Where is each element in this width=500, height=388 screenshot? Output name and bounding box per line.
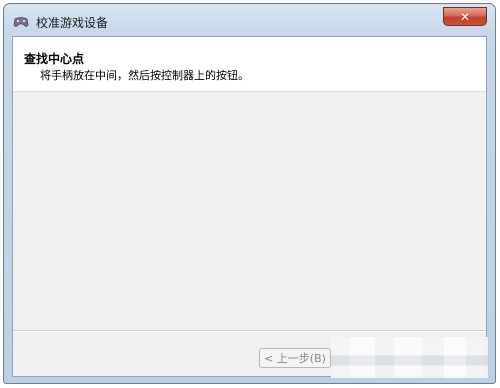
watermark-blur [331, 337, 488, 378]
dialog-client-area: 查找中心点 将手柄放在中间，然后按控制器上的按钮。 < 上一步(B) [12, 36, 488, 378]
page-title: 查找中心点 [24, 52, 85, 66]
page-description: 将手柄放在中间，然后按控制器上的按钮。 [40, 69, 249, 82]
wizard-header: 查找中心点 将手柄放在中间，然后按控制器上的按钮。 [13, 37, 486, 92]
back-button[interactable]: < 上一步(B) [259, 348, 331, 368]
calibration-window: 校准游戏设备 ✕ 查找中心点 将手柄放在中间，然后按控制器上的按钮。 < 上一步… [3, 3, 496, 384]
button-divider [13, 330, 486, 332]
close-button[interactable]: ✕ [443, 7, 487, 26]
close-icon: ✕ [459, 9, 471, 24]
window-title: 校准游戏设备 [36, 16, 109, 30]
title-bar[interactable]: 校准游戏设备 ✕ [4, 4, 495, 36]
wizard-body [13, 91, 486, 330]
gamepad-icon [13, 13, 29, 27]
